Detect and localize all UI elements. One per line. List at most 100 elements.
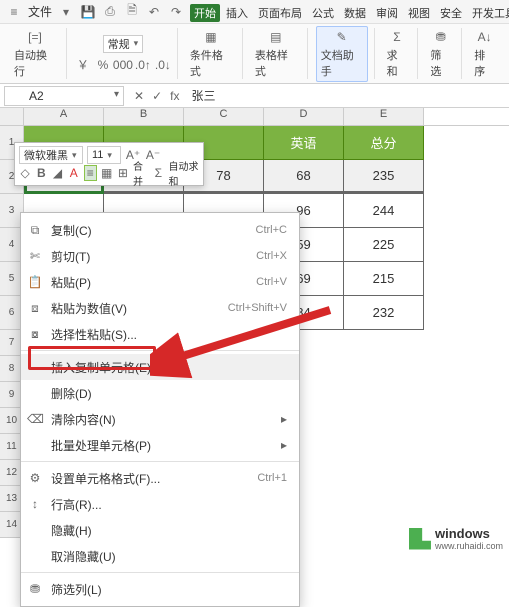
font-name-combo[interactable]: 微软雅黑 ▾ xyxy=(19,146,83,164)
ctx-clear[interactable]: ⌫ 清除内容(N) ▸ xyxy=(21,406,299,432)
print-preview-icon[interactable]: 🗎 xyxy=(124,4,140,20)
ctx-row-height[interactable]: ↕ 行高(R)... xyxy=(21,491,299,517)
sum-button[interactable]: Σ 求和 xyxy=(383,27,412,81)
cell[interactable]: 英语 xyxy=(264,126,344,160)
doc-helper-button[interactable]: ✎ 文档助手 xyxy=(316,26,368,82)
ctx-copy[interactable]: ⧉ 复制(C) Ctrl+C xyxy=(21,217,299,243)
col-header-a[interactable]: A xyxy=(24,108,104,125)
paste-special-icon: ⧇ xyxy=(27,327,43,342)
chevron-down-icon[interactable]: ▾ xyxy=(58,4,74,20)
ctx-hide[interactable]: 隐藏(H) xyxy=(21,517,299,543)
ctx-label: 筛选列(L) xyxy=(51,581,102,598)
cell[interactable]: 244 xyxy=(344,194,424,228)
tab-security[interactable]: 安全 xyxy=(436,4,466,22)
tab-dev[interactable]: 开发工具 xyxy=(468,4,509,22)
tab-data[interactable]: 数据 xyxy=(340,4,370,22)
wrap-text-button[interactable]: [=] 自动换行 xyxy=(10,27,60,81)
ctx-label: 粘贴(P) xyxy=(51,274,91,291)
filter-label: 筛选 xyxy=(430,47,451,79)
ctx-unhide[interactable]: 取消隐藏(U) xyxy=(21,543,299,569)
ctx-label: 剪切(T) xyxy=(51,248,90,265)
borders-icon[interactable]: ▦ xyxy=(101,165,113,181)
autosum-label[interactable]: 自动求和 xyxy=(168,158,199,188)
app-menu-icon[interactable]: ≡ xyxy=(6,4,22,20)
align-icon[interactable]: ≡ xyxy=(84,165,97,181)
fx-icon[interactable]: fx xyxy=(170,89,179,103)
font-name-value: 微软雅黑 xyxy=(24,147,68,163)
chevron-down-icon: ▾ xyxy=(72,150,77,161)
cell[interactable]: 232 xyxy=(344,296,424,330)
col-header-c[interactable]: C xyxy=(184,108,264,125)
cell[interactable]: 总分 xyxy=(344,126,424,160)
undo-icon[interactable]: ↶ xyxy=(146,4,162,20)
formula-value[interactable]: 张三 xyxy=(185,85,221,106)
ribbon: [=] 自动换行 常规 ▾ ￥ % 000 .0↑ .0↓ ▦ 条件格式 ▤ 表… xyxy=(0,24,509,84)
ctx-label: 隐藏(H) xyxy=(51,522,92,539)
name-box[interactable]: A2 ▾ xyxy=(4,86,124,106)
number-format-combo[interactable]: 常规 ▾ xyxy=(103,35,144,53)
font-color-icon[interactable]: A xyxy=(68,165,80,181)
percent-icon[interactable]: % xyxy=(95,57,111,73)
cell[interactable]: 215 xyxy=(344,262,424,296)
cell[interactable]: 68 xyxy=(264,160,344,194)
ctx-paste-special[interactable]: ⧇ 选择性粘贴(S)... xyxy=(21,321,299,347)
shortcut: Ctrl+X xyxy=(256,250,287,262)
ctx-label: 设置单元格格式(F)... xyxy=(51,470,160,487)
cond-format-button[interactable]: ▦ 条件格式 xyxy=(186,27,236,81)
accept-icon[interactable]: ✓ xyxy=(152,89,162,103)
chevron-right-icon: ▸ xyxy=(281,412,287,426)
tab-review[interactable]: 审阅 xyxy=(372,4,402,22)
ctx-delete[interactable]: 删除(D) xyxy=(21,380,299,406)
font-size-combo[interactable]: 11▾ xyxy=(87,146,121,164)
cell[interactable]: 225 xyxy=(344,228,424,262)
shortcut: Ctrl+Shift+V xyxy=(228,302,287,314)
ctx-filter-column[interactable]: ⛃ 筛选列(L) xyxy=(21,576,299,602)
cell[interactable]: 235 xyxy=(344,160,424,194)
tab-start[interactable]: 开始 xyxy=(190,4,220,22)
ctx-paste[interactable]: 📋 粘贴(P) Ctrl+V xyxy=(21,269,299,295)
shortcut: Ctrl+C xyxy=(256,224,287,236)
font-size-value: 11 xyxy=(92,149,103,161)
chevron-right-icon: ▸ xyxy=(281,438,287,452)
tab-view[interactable]: 视图 xyxy=(404,4,434,22)
sigma-icon: Σ xyxy=(389,29,405,45)
row-height-icon: ↕ xyxy=(27,497,43,511)
clear-format-icon[interactable]: ◇ xyxy=(19,165,31,181)
inc-decimal-icon[interactable]: .0↑ xyxy=(135,57,151,73)
name-box-value: A2 xyxy=(29,89,44,103)
ctx-batch[interactable]: 批量处理单元格(P) ▸ xyxy=(21,432,299,458)
cancel-icon[interactable]: ✕ xyxy=(134,89,144,103)
thousands-icon[interactable]: 000 xyxy=(115,57,131,73)
tab-formula[interactable]: 公式 xyxy=(308,4,338,22)
file-menu[interactable]: 文件 xyxy=(28,3,52,20)
dec-decimal-icon[interactable]: .0↓ xyxy=(155,57,171,73)
merge-icon[interactable]: ⊞ xyxy=(117,165,129,181)
print-icon[interactable]: ⎙ xyxy=(102,4,118,20)
sort-button[interactable]: A↓ 排序 xyxy=(470,27,499,81)
bold-button[interactable]: B xyxy=(35,165,47,181)
save-icon[interactable]: 💾 xyxy=(80,4,96,20)
merge-label[interactable]: 合并 xyxy=(133,158,148,188)
currency-icon[interactable]: ￥ xyxy=(75,57,91,73)
watermark: windows www.ruhaidi.com xyxy=(409,526,503,551)
fill-color-icon[interactable]: ◢ xyxy=(51,165,63,181)
tab-layout[interactable]: 页面布局 xyxy=(254,4,306,22)
col-header-d[interactable]: D xyxy=(264,108,344,125)
redo-icon[interactable]: ↷ xyxy=(168,4,184,20)
ctx-label: 插入复制单元格(E) xyxy=(51,359,151,376)
table-style-button[interactable]: ▤ 表格样式 xyxy=(251,27,301,81)
ctx-paste-values[interactable]: ⧈ 粘贴为数值(V) Ctrl+Shift+V xyxy=(21,295,299,321)
ctx-format-cells[interactable]: ⚙ 设置单元格格式(F)... Ctrl+1 xyxy=(21,465,299,491)
col-header-b[interactable]: B xyxy=(104,108,184,125)
ctx-insert-copied-cells[interactable]: 插入复制单元格(E) xyxy=(21,354,299,380)
separator xyxy=(21,350,299,351)
doc-helper-icon: ✎ xyxy=(334,29,350,45)
copy-icon: ⧉ xyxy=(27,223,43,238)
col-header-e[interactable]: E xyxy=(344,108,424,125)
filter-button[interactable]: ⛃ 筛选 xyxy=(426,27,455,81)
tab-insert[interactable]: 插入 xyxy=(222,4,252,22)
select-all-corner[interactable] xyxy=(0,108,24,125)
watermark-sub: www.ruhaidi.com xyxy=(435,541,503,551)
cond-format-label: 条件格式 xyxy=(190,47,232,79)
ctx-cut[interactable]: ✄ 剪切(T) Ctrl+X xyxy=(21,243,299,269)
